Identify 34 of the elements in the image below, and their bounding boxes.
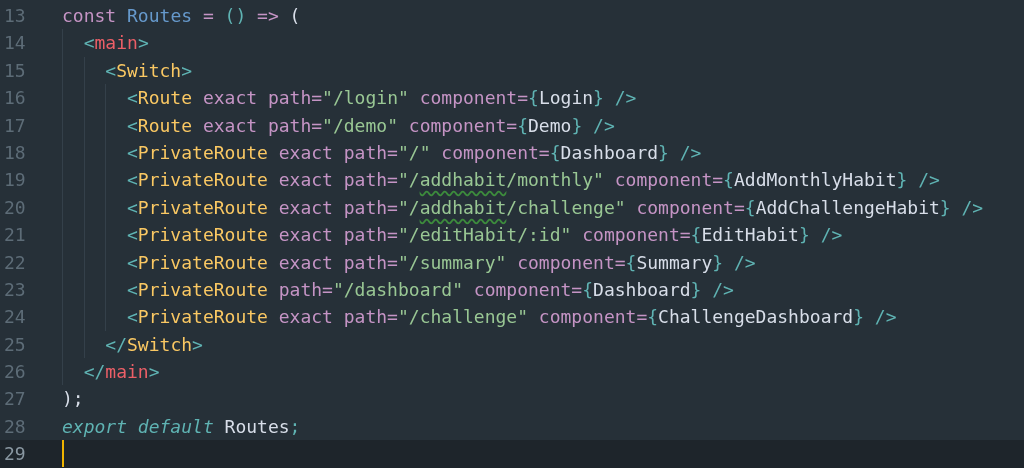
- line-number: 13: [3, 4, 27, 28]
- code-line: <main>: [62, 29, 149, 57]
- text-cursor: [62, 440, 64, 468]
- code-line: <PrivateRoute exact path="/" component={Dashboard} />: [62, 138, 702, 167]
- line-number: 26: [3, 360, 27, 385]
- line-number: 14: [3, 31, 27, 56]
- code-line: </main>: [62, 358, 160, 386]
- code-line: <PrivateRoute path="/dashboard" component={Dashboard} />: [62, 275, 734, 304]
- line-number: 24: [3, 305, 27, 330]
- code-line: <Route exact path="/login" component={Login} />: [62, 84, 637, 112]
- code-line: const Routes = () => (: [62, 4, 301, 28]
- code-line: );: [62, 387, 84, 412]
- code-line: <PrivateRoute exact path="/addhabit/challenge" component={AddChallengeHabit} />: [62, 193, 984, 222]
- code-line: <PrivateRoute exact path="/summary" component={Summary} />: [62, 248, 756, 276]
- line-number: 20: [3, 195, 27, 220]
- line-number: 25: [3, 332, 27, 357]
- line-number: 17: [3, 113, 27, 138]
- code-line: </Switch>: [62, 330, 203, 359]
- code-line: <PrivateRoute exact path="/editHabit/:id" component={EditHabit} />: [62, 221, 843, 249]
- line-number: 16: [3, 86, 27, 111]
- line-number: 15: [3, 58, 27, 83]
- line-number: 21: [3, 223, 27, 248]
- code-line: <Route exact path="/demo" component={Demo} />: [62, 111, 615, 139]
- line-number: 18: [3, 140, 27, 165]
- line-number: 27: [3, 387, 27, 412]
- line-number: 22: [3, 250, 27, 275]
- line-number: 29: [3, 442, 27, 467]
- line-number: 19: [3, 168, 27, 193]
- code-line: <PrivateRoute exact path="/addhabit/monthly" component={AddMonthlyHabit} />: [62, 166, 940, 194]
- line-number: 23: [3, 277, 27, 302]
- line-number: 28: [3, 414, 27, 439]
- code-line: <Switch>: [62, 56, 193, 85]
- code-line: <PrivateRoute exact path="/challenge" component={ChallengeDashboard} />: [62, 303, 897, 331]
- code-line: export default Routes;: [62, 414, 301, 439]
